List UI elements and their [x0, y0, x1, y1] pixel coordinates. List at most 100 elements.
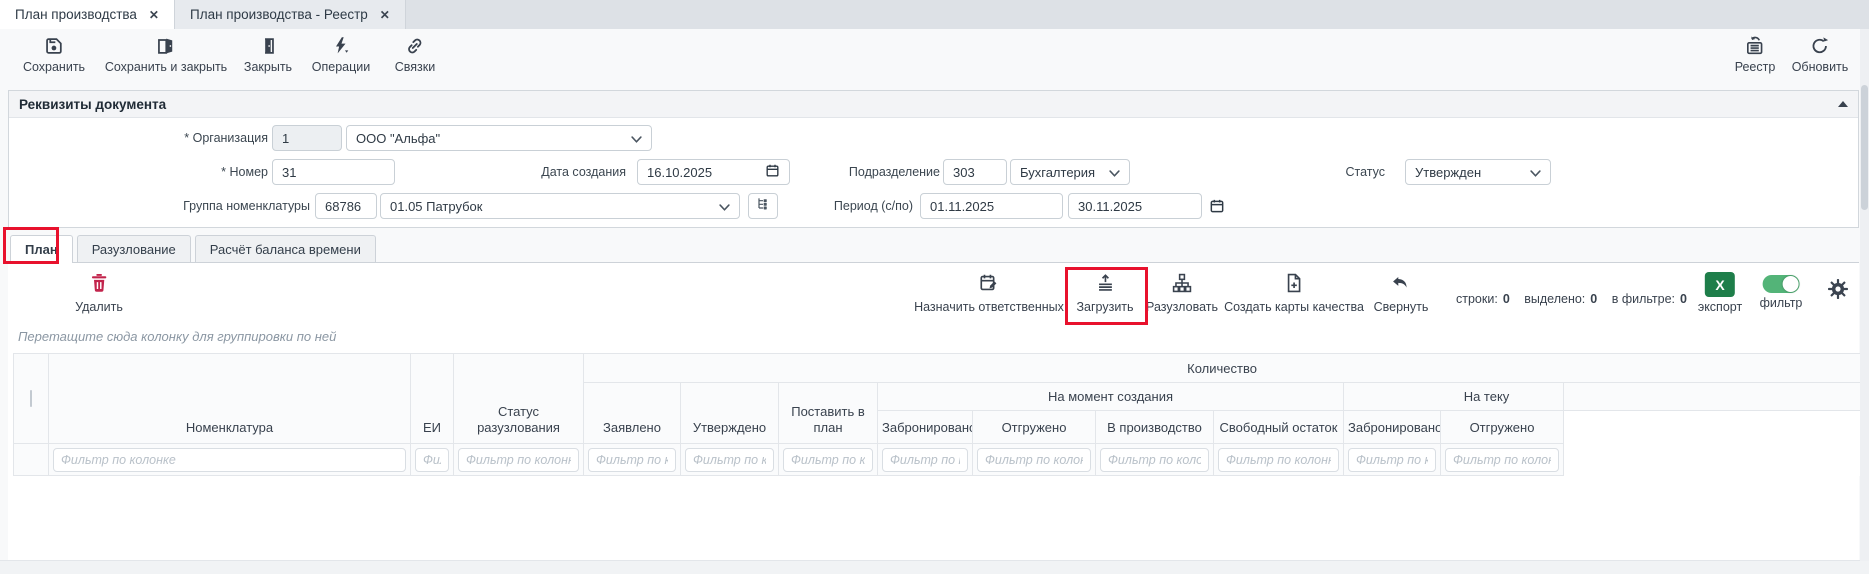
window-tab-title: План производства - Реестр	[190, 7, 368, 22]
tab-time-balance[interactable]: Расчёт баланса времени	[195, 235, 376, 262]
vertical-scrollbar[interactable]	[1860, 29, 1869, 561]
registry-button[interactable]: Реестр	[1735, 35, 1776, 74]
column-header-unit[interactable]: ЕИ	[411, 354, 454, 444]
filter-input-approved[interactable]	[685, 448, 774, 472]
filter-toggle[interactable]: фильтр	[1760, 275, 1803, 310]
tab-plan[interactable]: План	[10, 235, 73, 263]
hierarchy-tree-button[interactable]	[748, 193, 778, 219]
tab-plan-label: План	[25, 242, 58, 257]
create-quality-cards-label: Создать карты качества	[1224, 300, 1364, 314]
organization-code-field[interactable]: 1	[272, 125, 342, 151]
column-header-nomenclature[interactable]: Номенклатура	[49, 354, 411, 444]
filter-toggle-label: фильтр	[1760, 296, 1803, 310]
nomenclature-group-select[interactable]: 01.05 Патрубок	[380, 193, 740, 219]
number-field[interactable]: 31	[272, 159, 395, 185]
department-code-field[interactable]: 303	[943, 159, 1007, 185]
load-button[interactable]: Загрузить	[1076, 272, 1133, 314]
save-and-close-button[interactable]: Сохранить и закрыть	[105, 35, 227, 74]
band-at-current: На теку	[1344, 383, 1564, 411]
created-date-field[interactable]: 16.10.2025	[637, 159, 790, 185]
column-header-decompose-status[interactable]: Статус разузлования	[454, 354, 584, 444]
organization-name: ООО "Альфа"	[356, 131, 440, 146]
column-header-free-balance[interactable]: Свободный остаток	[1214, 411, 1344, 444]
window-tab-plan[interactable]: План производства ✕	[0, 0, 175, 30]
window-tab-title: План производства	[15, 7, 137, 22]
nomenclature-group-label: Группа номенклатуры	[119, 193, 310, 219]
detail-tab-strip: План Разузлование Расчёт баланса времени	[8, 235, 1859, 263]
grid-settings-button[interactable]	[1826, 277, 1850, 304]
filter-input-shipped[interactable]	[977, 448, 1091, 472]
collapse-button[interactable]: Свернуть	[1374, 272, 1429, 314]
refresh-label: Обновить	[1792, 60, 1849, 74]
period-from-field[interactable]: 01.11.2025	[920, 193, 1063, 219]
filter-input-nomenclature[interactable]	[53, 448, 406, 472]
close-button[interactable]: Закрыть	[244, 35, 292, 74]
band-quantity: Количество	[584, 354, 1861, 383]
filter-input-reserved[interactable]	[882, 448, 968, 472]
window-tab-registry[interactable]: План производства - Реестр ✕	[175, 0, 406, 29]
filter-input-unit[interactable]	[415, 448, 449, 472]
decompose-button[interactable]: Разузловать	[1146, 272, 1218, 314]
column-header-approved[interactable]: Утверждено	[681, 383, 779, 444]
links-button[interactable]: Связки	[395, 35, 435, 74]
tree-icon	[755, 196, 771, 217]
operations-button[interactable]: Операции	[312, 35, 370, 74]
column-header-requested[interactable]: Заявлено	[584, 383, 681, 444]
created-label: Дата создания	[477, 159, 626, 185]
door-icon	[257, 35, 279, 57]
refresh-button[interactable]: Обновить	[1792, 35, 1849, 74]
selected-count-label: выделено:	[1524, 292, 1585, 306]
trash-icon	[88, 272, 110, 297]
status-select[interactable]: Утвержден	[1405, 159, 1551, 185]
created-date-value: 16.10.2025	[647, 165, 712, 180]
department-label: Подразделение	[780, 159, 940, 185]
filter-input-requested[interactable]	[588, 448, 676, 472]
undo-arrow-icon	[1390, 272, 1412, 297]
filter-input-decompose-status[interactable]	[458, 448, 579, 472]
filter-spacer	[1564, 444, 1861, 476]
select-all-checkbox[interactable]	[30, 390, 32, 407]
assign-responsible-button[interactable]: Назначить ответственных	[914, 272, 1064, 314]
close-icon[interactable]: ✕	[380, 8, 390, 22]
column-header-shipped-current[interactable]: Отгружено	[1441, 411, 1564, 444]
panel-title: Реквизиты документа	[19, 97, 166, 112]
column-header-reserved[interactable]: Забронировано	[878, 411, 973, 444]
export-button[interactable]: X экспорт	[1698, 272, 1742, 314]
document-requisites-panel: Реквизиты документа * Организация 1 ООО …	[8, 90, 1859, 228]
create-quality-cards-button[interactable]: Создать карты качества	[1224, 272, 1364, 314]
calendar-icon[interactable]	[765, 163, 780, 181]
document-form: * Организация 1 ООО "Альфа" * Номер 31 Д…	[9, 118, 1858, 228]
delete-button[interactable]: Удалить	[75, 272, 123, 314]
save-button[interactable]: Сохранить	[23, 35, 85, 74]
filter-input-reserved-current[interactable]	[1348, 448, 1436, 472]
organization-select[interactable]: ООО "Альфа"	[346, 125, 652, 151]
filter-cell-checkbox	[14, 444, 49, 476]
column-header-put-to-plan[interactable]: Поставить в план	[779, 383, 878, 444]
app-window: План производства ✕ План производства - …	[0, 0, 1869, 574]
period-to-field[interactable]: 30.11.2025	[1068, 193, 1202, 219]
department-select[interactable]: Бухгалтерия	[1010, 159, 1130, 185]
scrollbar-thumb[interactable]	[1861, 85, 1868, 210]
close-icon[interactable]: ✕	[149, 8, 159, 22]
link-icon	[404, 35, 426, 57]
column-header-reserved-current[interactable]: Забронировано	[1344, 411, 1441, 444]
filter-input-shipped-current[interactable]	[1445, 448, 1559, 472]
filter-input-in-production[interactable]	[1100, 448, 1209, 472]
nomenclature-group-name: 01.05 Патрубок	[390, 199, 482, 214]
sitemap-icon	[1171, 272, 1193, 297]
column-header-shipped[interactable]: Отгружено	[973, 411, 1096, 444]
filter-input-put-to-plan[interactable]	[783, 448, 873, 472]
close-label: Закрыть	[244, 60, 292, 74]
period-calendar-button[interactable]	[1209, 198, 1225, 219]
filter-input-free-balance[interactable]	[1218, 448, 1339, 472]
toggle-on-icon[interactable]	[1763, 275, 1800, 293]
organization-label: * Организация	[69, 125, 268, 151]
nomenclature-group-code-field[interactable]: 68786	[315, 193, 377, 219]
group-by-hint: Перетащите сюда колонку для группировки …	[18, 329, 336, 344]
tab-decompose[interactable]: Разузлование	[77, 235, 191, 262]
column-header-in-production[interactable]: В производство	[1096, 411, 1214, 444]
chevron-down-icon	[1530, 165, 1541, 180]
load-label: Загрузить	[1076, 300, 1133, 314]
collapse-panel-icon[interactable]	[1838, 101, 1848, 107]
horizontal-scrollbar[interactable]	[0, 560, 1869, 574]
